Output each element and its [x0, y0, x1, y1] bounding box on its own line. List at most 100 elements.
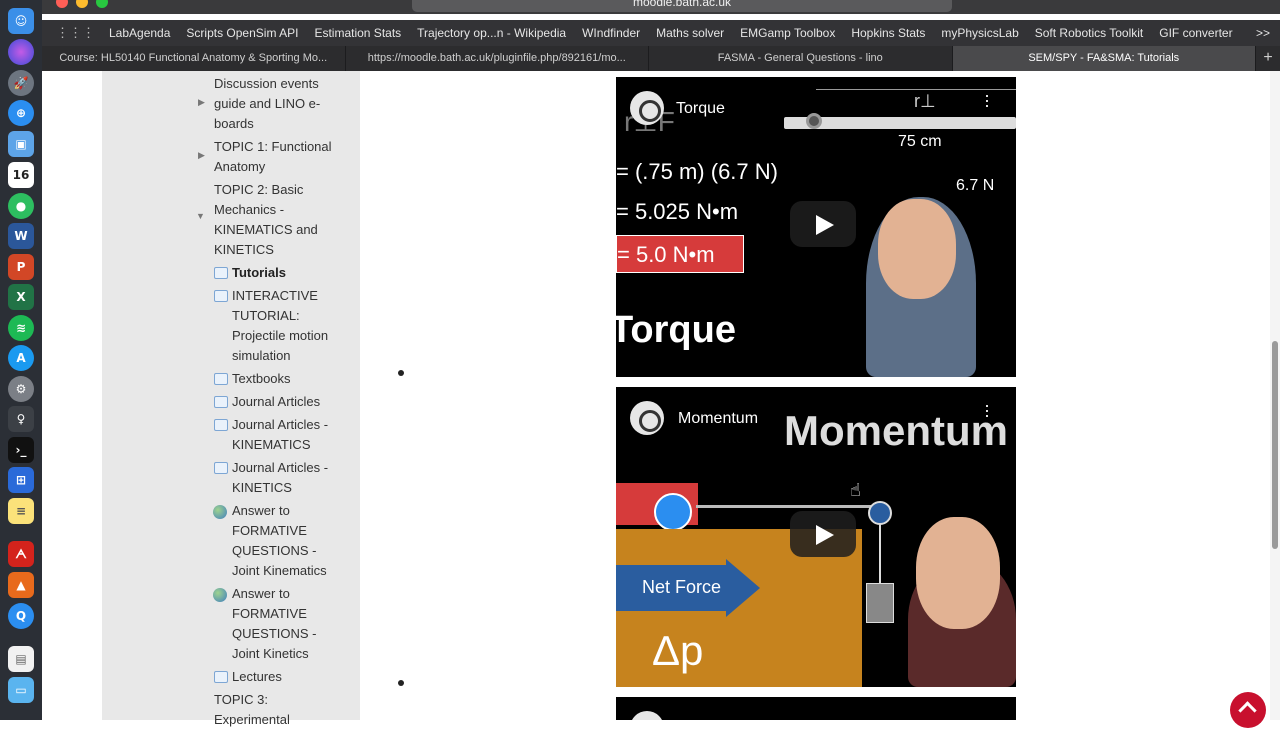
equation-line-2: = 5.025 N•m	[616, 199, 739, 224]
page-icon	[214, 267, 228, 279]
nav-item-tutorials[interactable]: Tutorials	[232, 263, 286, 283]
opensim-icon[interactable]: ♀	[8, 406, 34, 432]
delta-p-label: Δp	[652, 627, 704, 674]
collapsed-triangle-icon[interactable]: ▶	[198, 150, 205, 161]
acrobat-icon[interactable]: ᗅ	[8, 541, 34, 567]
url-resource-icon	[213, 588, 227, 602]
minimize-window-button[interactable]	[76, 0, 88, 8]
tab-lino[interactable]: FASMA - General Questions - lino	[649, 46, 953, 71]
apps-grid-icon[interactable]: ⋮⋮⋮	[56, 25, 95, 41]
launchpad-icon[interactable]: 🚀	[8, 70, 34, 96]
finder-icon[interactable]: ☺	[8, 8, 34, 34]
pulley-string	[879, 523, 881, 583]
url-resource-icon	[213, 505, 227, 519]
nav-item-journal-kinematics[interactable]: Journal Articles - KINEMATICS	[232, 415, 352, 455]
tab-tutorials[interactable]: SEM/SPY - FA&SMA: Tutorials	[952, 46, 1256, 71]
page-icon	[214, 373, 228, 385]
powerpoint-icon[interactable]: P	[8, 254, 34, 280]
siri-icon[interactable]	[8, 39, 34, 65]
page-scrollbar[interactable]	[1270, 71, 1280, 720]
system-preferences-icon[interactable]: ⚙	[8, 376, 34, 402]
matlab-icon[interactable]: ▲	[8, 572, 34, 598]
nav-item-topic3[interactable]: TOPIC 3: Experimental	[214, 690, 334, 730]
nav-item-textbooks[interactable]: Textbooks	[232, 369, 291, 389]
page-icon	[214, 290, 228, 302]
nav-item-discussion[interactable]: Discussion events guide and LINO e-board…	[214, 74, 344, 134]
bookmarks-overflow-button[interactable]: >>	[1256, 26, 1270, 40]
app-store-icon[interactable]: A	[8, 345, 34, 371]
video-title[interactable]: Torque	[676, 100, 725, 118]
scrollbar-thumb[interactable]	[1272, 341, 1278, 549]
pivot-icon	[806, 113, 822, 129]
channel-logo-icon[interactable]	[630, 711, 664, 720]
url-text: moodle.bath.ac.uk	[632, 0, 732, 9]
nav-item-journal-kinetics[interactable]: Journal Articles - KINETICS	[232, 458, 352, 498]
word-icon[interactable]: W	[8, 223, 34, 249]
bookmarks-bar: ⋮⋮⋮ LabAgenda Scripts OpenSim API Estima…	[42, 20, 1280, 46]
course-nav-sidebar: ▶ Discussion events guide and LINO e-boa…	[102, 71, 360, 727]
play-button[interactable]	[790, 511, 856, 557]
bookmark-windfinder[interactable]: WIndfinder	[582, 26, 640, 40]
net-force-arrowhead	[726, 559, 760, 617]
more-options-icon[interactable]: · · ·	[984, 396, 990, 424]
presenter-head	[878, 199, 956, 299]
nav-item-answer-kinetics[interactable]: Answer to FORMATIVE QUESTIONS - Joint Ki…	[232, 584, 344, 664]
safari-icon[interactable]: ⊕	[8, 100, 34, 126]
video-embed-momentum[interactable]: Momentum Momentum Net Force Δp · · ·	[616, 387, 1016, 687]
video-embed-torque[interactable]: r⊥F Torque r⊥ 75 cm 6.7 N = (.75 m) (6.7…	[616, 77, 1016, 377]
quicktime-icon[interactable]: Q	[8, 603, 34, 629]
nav-item-journal-articles[interactable]: Journal Articles	[232, 392, 320, 412]
calendar-icon[interactable]: 16	[8, 162, 34, 188]
bookmark-soft-robotics[interactable]: Soft Robotics Toolkit	[1035, 26, 1144, 40]
bookmark-emgamp-toolbox[interactable]: EMGamp Toolbox	[740, 26, 835, 40]
track-line	[696, 505, 876, 508]
zoom-window-button[interactable]	[96, 0, 108, 8]
blue-ball-icon	[654, 493, 692, 531]
bookmark-trajectory-wikipedia[interactable]: Trajectory op...n - Wikipedia	[417, 26, 566, 40]
bookmark-myphysicslab[interactable]: myPhysicsLab	[941, 26, 1018, 40]
bookmark-gif-converter[interactable]: GIF converter	[1159, 26, 1232, 40]
play-button[interactable]	[790, 201, 856, 247]
new-tab-button[interactable]: +	[1256, 46, 1280, 71]
channel-logo-icon[interactable]	[630, 91, 664, 125]
close-window-button[interactable]	[56, 0, 68, 8]
expanded-triangle-icon[interactable]: ▼	[196, 211, 205, 221]
distance-label: 75 cm	[898, 133, 942, 150]
nav-item-topic1[interactable]: TOPIC 1: Functional Anatomy	[214, 137, 344, 177]
channel-logo-icon[interactable]	[630, 401, 664, 435]
back-to-top-button[interactable]	[1230, 692, 1266, 728]
more-options-icon[interactable]: · · ·	[984, 86, 990, 114]
list-bullet	[398, 680, 404, 686]
excel-icon[interactable]: X	[8, 284, 34, 310]
document-icon[interactable]: ▤	[8, 646, 34, 672]
collapsed-triangle-icon[interactable]: ▶	[198, 97, 205, 108]
terminal-icon[interactable]: ›_	[8, 437, 34, 463]
evernote-icon[interactable]: ●	[8, 193, 34, 219]
bookmark-opensim-api[interactable]: Scripts OpenSim API	[186, 26, 298, 40]
bookmark-estimation-stats[interactable]: Estimation Stats	[314, 26, 401, 40]
page-icon	[214, 462, 228, 474]
equation-line-1: = (.75 m) (6.7 N)	[616, 159, 778, 184]
video-embed-next[interactable]	[616, 697, 1016, 720]
nav-item-topic2[interactable]: TOPIC 2: Basic Mechanics - KINEMATICS an…	[214, 180, 344, 260]
folder-icon[interactable]: ▭	[8, 677, 34, 703]
spotify-icon[interactable]: ≋	[8, 315, 34, 341]
r-perp-label: r⊥	[914, 91, 936, 111]
nav-item-lectures[interactable]: Lectures	[232, 667, 282, 687]
address-bar[interactable]: moodle.bath.ac.uk	[412, 0, 952, 12]
bookmark-labagenda[interactable]: LabAgenda	[109, 26, 170, 40]
force-label: 6.7 N	[956, 177, 995, 194]
bookmark-hopkins-stats[interactable]: Hopkins Stats	[851, 26, 925, 40]
tab-course[interactable]: Course: HL50140 Functional Anatomy & Spo…	[42, 46, 346, 71]
dock: ☺ 🚀 ⊕ ▣ 16 ● W P X ≋ A ⚙ ♀ ›_ ⊞ ≡ ᗅ ▲ Q …	[0, 0, 42, 720]
bookmark-maths-solver[interactable]: Maths solver	[656, 26, 724, 40]
nav-item-interactive-tutorial[interactable]: INTERACTIVE TUTORIAL: Projectile motion …	[232, 286, 350, 366]
hand-cursor-icon: ☝	[850, 480, 861, 501]
nav-item-answer-kinematics[interactable]: Answer to FORMATIVE QUESTIONS - Joint Ki…	[232, 501, 344, 581]
preview-icon[interactable]: ▣	[8, 131, 34, 157]
notes-icon[interactable]: ≡	[8, 498, 34, 524]
video-title[interactable]: Momentum	[678, 410, 758, 428]
pulley-icon	[868, 501, 892, 525]
windows-vm-icon[interactable]: ⊞	[8, 467, 34, 493]
tab-pluginfile[interactable]: https://moodle.bath.ac.uk/pluginfile.php…	[346, 46, 649, 71]
